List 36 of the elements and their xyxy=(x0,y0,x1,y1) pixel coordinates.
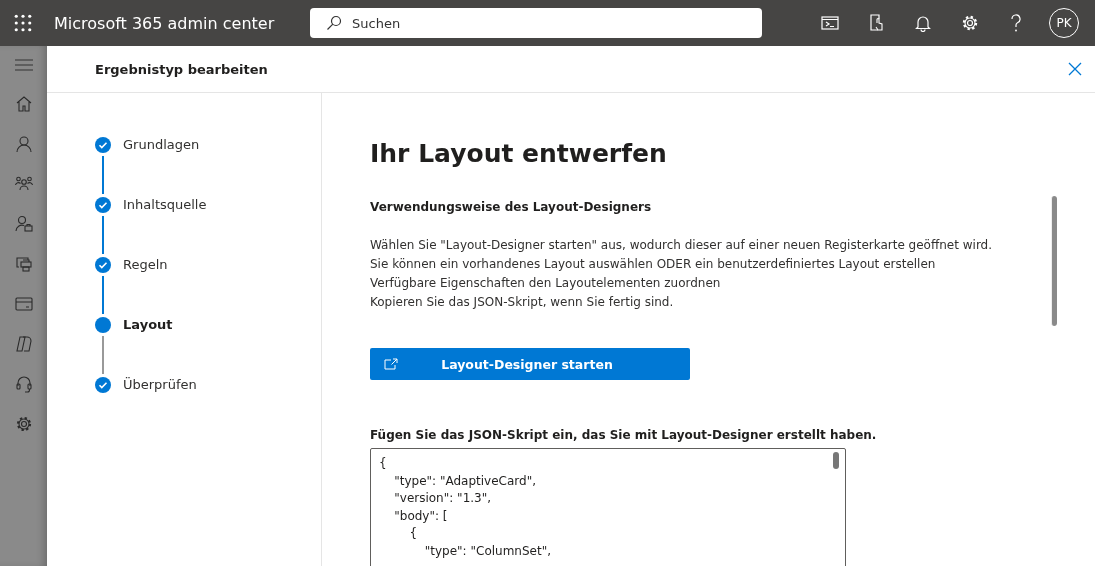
search-field[interactable]: Suchen xyxy=(310,8,762,38)
step-label[interactable]: Regeln xyxy=(123,257,168,273)
help-icon[interactable] xyxy=(1009,13,1023,33)
step-label[interactable]: Grundlagen xyxy=(123,137,200,153)
settings-icon[interactable] xyxy=(961,14,979,32)
person-briefcase-icon[interactable] xyxy=(14,215,33,233)
scrollbar-thumb[interactable] xyxy=(1051,196,1057,326)
scrollbar-thumb[interactable] xyxy=(833,452,839,469)
instruction-text: Verfügbare Eigenschaften den Layoutelementen zuordnen xyxy=(370,275,722,292)
person-icon[interactable] xyxy=(14,135,33,153)
bell-icon[interactable] xyxy=(915,14,931,32)
home-icon[interactable] xyxy=(14,95,33,113)
terminal-icon[interactable] xyxy=(821,15,839,31)
field-label: Fügen Sie das JSON-Skript ein, das Sie mit Layout-Designer erstellt haben. xyxy=(370,428,878,442)
people-icon[interactable] xyxy=(14,175,33,193)
headset-icon[interactable] xyxy=(14,375,33,393)
settings-icon[interactable] xyxy=(14,415,33,433)
app-launcher-icon[interactable] xyxy=(14,14,32,32)
step-label[interactable]: Inhaltsquelle xyxy=(123,197,207,213)
card-icon[interactable] xyxy=(14,295,33,313)
section-heading: Verwendungsweise des Layout-Designers xyxy=(370,200,653,214)
close-icon[interactable] xyxy=(1068,62,1082,76)
devices-icon[interactable] xyxy=(14,255,33,273)
page-heading: Ihr Layout entwerfen xyxy=(370,139,668,168)
search-icon xyxy=(326,15,342,31)
phone-touch-icon[interactable] xyxy=(869,14,885,32)
app-title: Microsoft 365 admin center xyxy=(54,13,276,33)
instruction-text: Kopieren Sie das JSON-Skript, wenn Sie fertig sind. xyxy=(370,294,675,311)
json-input-field[interactable]: { "type": "AdaptiveCard", "version": "1.3", "body": [ { "type": "ColumnSet", xyxy=(370,448,846,566)
instruction-text: Sie können ein vorhandenes Layout auswählen ODER ein benutzerdefiniertes Layout erstellen xyxy=(370,256,937,273)
step-label[interactable]: Überprüfen xyxy=(123,377,197,393)
launch-designer-button[interactable]: Layout-Designer starten xyxy=(370,348,690,380)
step-label[interactable]: Layout xyxy=(123,317,173,333)
instruction-text: Wählen Sie "Layout-Designer starten" aus, wodurch dieser auf einer neuen Registerkarte geöffnet wird. xyxy=(370,237,994,254)
open-external-icon xyxy=(384,358,398,370)
panel-title: Ergebnistyp bearbeiten xyxy=(95,61,268,77)
